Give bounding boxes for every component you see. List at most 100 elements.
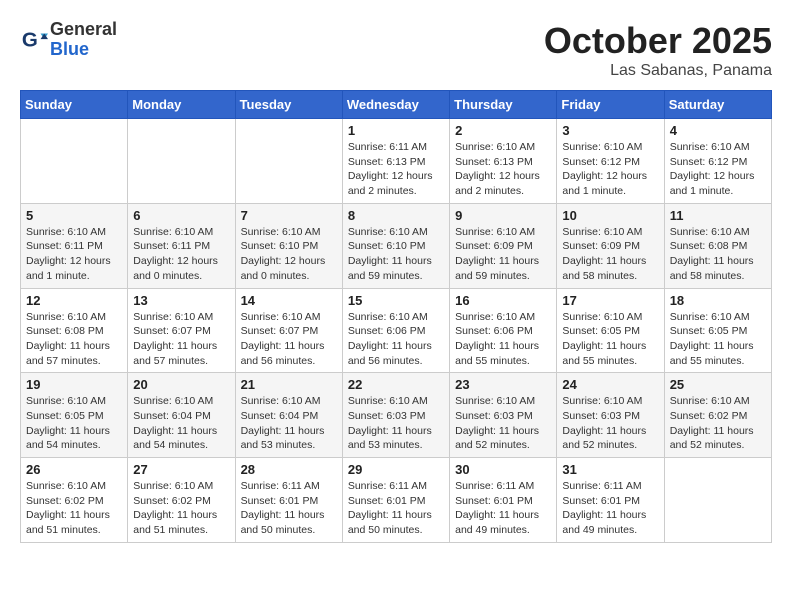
day-number: 8 [348, 208, 444, 223]
day-info: Sunrise: 6:10 AMSunset: 6:12 PMDaylight:… [670, 140, 766, 199]
calendar-week-2: 5Sunrise: 6:10 AMSunset: 6:11 PMDaylight… [21, 203, 772, 288]
location: Las Sabanas, Panama [544, 62, 772, 80]
calendar-cell: 29 Sunrise: 6:11 AMSunset: 6:01 PMDayligh… [342, 458, 449, 543]
day-info: Sunrise: 6:10 AMSunset: 6:05 PMDaylight:… [562, 310, 658, 369]
calendar-cell: 23 Sunrise: 6:10 AMSunset: 6:03 PMDayligh… [450, 373, 557, 458]
day-number: 28 [241, 462, 337, 477]
day-number: 30 [455, 462, 551, 477]
calendar-week-1: 1 Sunrise: 6:11 AMSunset: 6:13 PMDaylight… [21, 119, 772, 204]
calendar-cell: 25Sunrise: 6:10 AMSunset: 6:02 PMDayligh… [664, 373, 771, 458]
calendar-cell: 26Sunrise: 6:10 AMSunset: 6:02 PMDayligh… [21, 458, 128, 543]
calendar-cell [128, 119, 235, 204]
day-number: 23 [455, 377, 551, 392]
day-info: Sunrise: 6:10 AMSunset: 6:11 PMDaylight:… [133, 225, 229, 284]
day-number: 9 [455, 208, 551, 223]
calendar-cell: 15 Sunrise: 6:10 AMSunset: 6:06 PMDayligh… [342, 288, 449, 373]
logo-blue: Blue [50, 39, 89, 59]
title-area: October 2025 Las Sabanas, Panama [544, 20, 772, 80]
day-info: Sunrise: 6:10 AMSunset: 6:06 PMDaylight:… [348, 310, 444, 369]
day-number: 22 [348, 377, 444, 392]
day-number: 18 [670, 293, 766, 308]
weekday-header-row: SundayMondayTuesdayWednesdayThursdayFrid… [21, 91, 772, 119]
day-info: Sunrise: 6:10 AMSunset: 6:02 PMDaylight:… [133, 479, 229, 538]
calendar-cell: 20 Sunrise: 6:10 AMSunset: 6:04 PMDayligh… [128, 373, 235, 458]
weekday-header-friday: Friday [557, 91, 664, 119]
day-number: 11 [670, 208, 766, 223]
calendar-cell: 1 Sunrise: 6:11 AMSunset: 6:13 PMDaylight… [342, 119, 449, 204]
calendar-cell: 21 Sunrise: 6:10 AMSunset: 6:04 PMDayligh… [235, 373, 342, 458]
day-info: Sunrise: 6:10 AMSunset: 6:13 PMDaylight:… [455, 140, 551, 199]
day-number: 17 [562, 293, 658, 308]
calendar-week-3: 12 Sunrise: 6:10 AMSunset: 6:08 PMDayligh… [21, 288, 772, 373]
weekday-header-sunday: Sunday [21, 91, 128, 119]
month-title: October 2025 [544, 20, 772, 62]
day-number: 7 [241, 208, 337, 223]
calendar-week-4: 19 Sunrise: 6:10 AMSunset: 6:05 PMDayligh… [21, 373, 772, 458]
day-info: Sunrise: 6:10 AMSunset: 6:05 PMDaylight:… [26, 394, 122, 453]
weekday-header-saturday: Saturday [664, 91, 771, 119]
day-info: Sunrise: 6:10 AMSunset: 6:03 PMDaylight:… [455, 394, 551, 453]
day-info: Sunrise: 6:10 AMSunset: 6:05 PMDaylight:… [670, 310, 766, 369]
day-info: Sunrise: 6:10 AMSunset: 6:10 PMDaylight:… [348, 225, 444, 284]
day-info: Sunrise: 6:10 AMSunset: 6:02 PMDaylight:… [26, 479, 122, 538]
day-number: 25 [670, 377, 766, 392]
day-number: 15 [348, 293, 444, 308]
day-number: 10 [562, 208, 658, 223]
day-info: Sunrise: 6:11 AMSunset: 6:01 PMDaylight:… [348, 479, 444, 538]
weekday-header-tuesday: Tuesday [235, 91, 342, 119]
calendar-cell: 22Sunrise: 6:10 AMSunset: 6:03 PMDayligh… [342, 373, 449, 458]
day-info: Sunrise: 6:10 AMSunset: 6:06 PMDaylight:… [455, 310, 551, 369]
calendar-cell: 14 Sunrise: 6:10 AMSunset: 6:07 PMDayligh… [235, 288, 342, 373]
day-number: 24 [562, 377, 658, 392]
calendar-cell: 7 Sunrise: 6:10 AMSunset: 6:10 PMDaylight… [235, 203, 342, 288]
day-info: Sunrise: 6:10 AMSunset: 6:12 PMDaylight:… [562, 140, 658, 199]
calendar-cell: 4Sunrise: 6:10 AMSunset: 6:12 PMDaylight… [664, 119, 771, 204]
logo: G General Blue [20, 20, 117, 60]
calendar-cell: 13Sunrise: 6:10 AMSunset: 6:07 PMDayligh… [128, 288, 235, 373]
day-number: 6 [133, 208, 229, 223]
weekday-header-wednesday: Wednesday [342, 91, 449, 119]
calendar-cell: 3 Sunrise: 6:10 AMSunset: 6:12 PMDaylight… [557, 119, 664, 204]
day-info: Sunrise: 6:10 AMSunset: 6:09 PMDaylight:… [455, 225, 551, 284]
calendar-cell: 5Sunrise: 6:10 AMSunset: 6:11 PMDaylight… [21, 203, 128, 288]
day-info: Sunrise: 6:11 AMSunset: 6:13 PMDaylight:… [348, 140, 444, 199]
day-number: 19 [26, 377, 122, 392]
page-header: G General Blue October 2025 Las Sabanas,… [20, 20, 772, 80]
calendar-cell: 27 Sunrise: 6:10 AMSunset: 6:02 PMDayligh… [128, 458, 235, 543]
day-number: 2 [455, 123, 551, 138]
day-info: Sunrise: 6:11 AMSunset: 6:01 PMDaylight:… [562, 479, 658, 538]
svg-text:G: G [22, 28, 38, 51]
day-number: 14 [241, 293, 337, 308]
day-info: Sunrise: 6:10 AMSunset: 6:09 PMDaylight:… [562, 225, 658, 284]
day-info: Sunrise: 6:10 AMSunset: 6:10 PMDaylight:… [241, 225, 337, 284]
day-number: 13 [133, 293, 229, 308]
calendar-cell: 18 Sunrise: 6:10 AMSunset: 6:05 PMDayligh… [664, 288, 771, 373]
day-info: Sunrise: 6:11 AMSunset: 6:01 PMDaylight:… [455, 479, 551, 538]
calendar-cell: 24 Sunrise: 6:10 AMSunset: 6:03 PMDayligh… [557, 373, 664, 458]
calendar-cell: 11Sunrise: 6:10 AMSunset: 6:08 PMDayligh… [664, 203, 771, 288]
day-info: Sunrise: 6:10 AMSunset: 6:03 PMDaylight:… [562, 394, 658, 453]
calendar-cell: 8 Sunrise: 6:10 AMSunset: 6:10 PMDaylight… [342, 203, 449, 288]
day-number: 27 [133, 462, 229, 477]
calendar-cell [664, 458, 771, 543]
calendar-cell [235, 119, 342, 204]
logo-general: General [50, 19, 117, 39]
day-info: Sunrise: 6:10 AMSunset: 6:07 PMDaylight:… [241, 310, 337, 369]
weekday-header-monday: Monday [128, 91, 235, 119]
day-number: 1 [348, 123, 444, 138]
day-number: 12 [26, 293, 122, 308]
calendar-cell: 31Sunrise: 6:11 AMSunset: 6:01 PMDayligh… [557, 458, 664, 543]
day-number: 3 [562, 123, 658, 138]
day-number: 20 [133, 377, 229, 392]
day-info: Sunrise: 6:10 AMSunset: 6:08 PMDaylight:… [26, 310, 122, 369]
day-info: Sunrise: 6:10 AMSunset: 6:11 PMDaylight:… [26, 225, 122, 284]
day-info: Sunrise: 6:10 AMSunset: 6:04 PMDaylight:… [133, 394, 229, 453]
calendar-cell: 16 Sunrise: 6:10 AMSunset: 6:06 PMDayligh… [450, 288, 557, 373]
day-number: 16 [455, 293, 551, 308]
day-number: 29 [348, 462, 444, 477]
day-number: 21 [241, 377, 337, 392]
calendar-cell: 28Sunrise: 6:11 AMSunset: 6:01 PMDayligh… [235, 458, 342, 543]
calendar-cell: 6 Sunrise: 6:10 AMSunset: 6:11 PMDaylight… [128, 203, 235, 288]
calendar-cell: 9 Sunrise: 6:10 AMSunset: 6:09 PMDaylight… [450, 203, 557, 288]
day-info: Sunrise: 6:10 AMSunset: 6:04 PMDaylight:… [241, 394, 337, 453]
